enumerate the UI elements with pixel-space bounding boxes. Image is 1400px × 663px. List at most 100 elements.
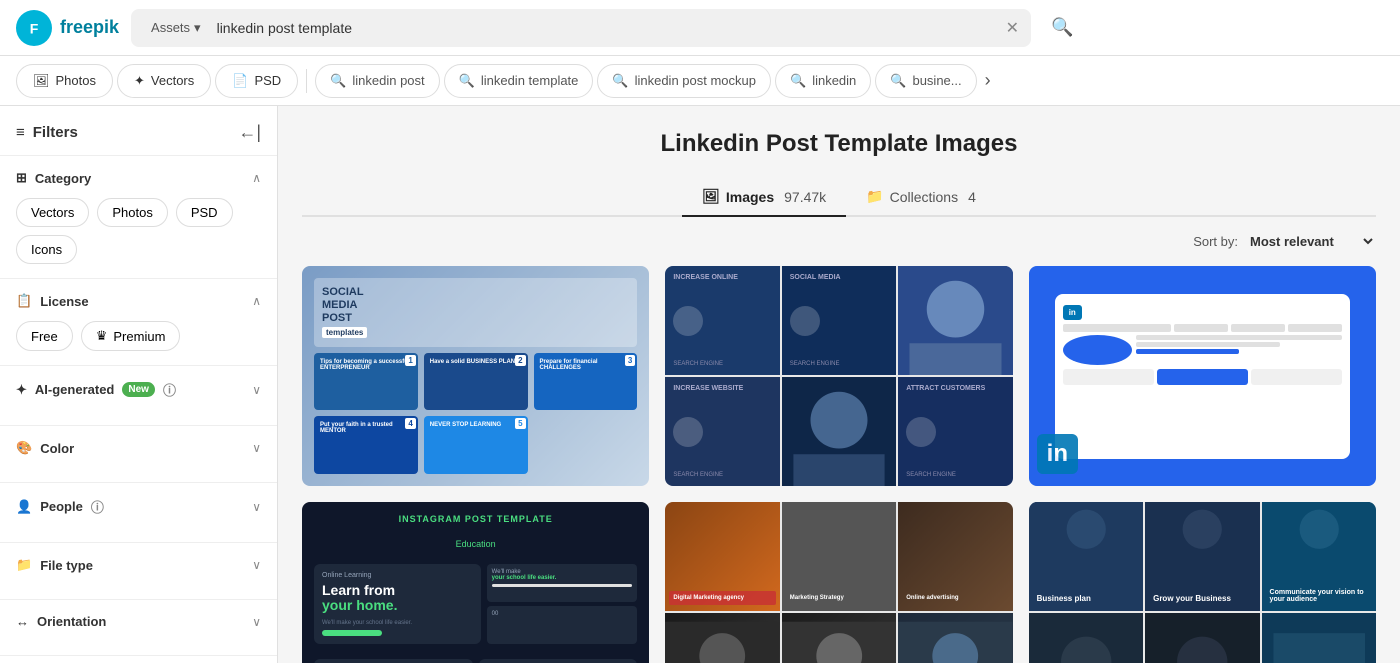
sidebar-section-orientation: ↔ Orientation ∨ — [0, 600, 277, 656]
tag-vectors[interactable]: Vectors — [16, 198, 89, 227]
people-chevron: ∨ — [252, 500, 261, 514]
sidebar-section-style: 🖌 Style ⓘ ∨ — [0, 656, 277, 663]
orientation-header[interactable]: ↔ Orientation ∨ — [16, 614, 261, 629]
tag-linkedin-post[interactable]: 🔍 linkedin post — [315, 64, 439, 98]
search-tag-icon-4: 🔍 — [790, 73, 806, 89]
search-submit-button[interactable]: 🔍 — [1051, 17, 1073, 38]
filetype-header[interactable]: 📁 File type ∨ — [16, 557, 261, 573]
sidebar-header: ≡ Filters ←| — [0, 122, 277, 156]
sidebar-section-people: 👤 People ⓘ ∨ — [0, 483, 277, 543]
grid-item-social-templates[interactable]: SOCIALMEDIAPOSTtemplates 1 Tips for beco… — [302, 266, 649, 486]
search-tag-icon-2: 🔍 — [459, 73, 475, 89]
ai-chevron: ∨ — [252, 383, 261, 397]
grid-item-business-plan[interactable]: Business plan Grow your Business — [1029, 502, 1376, 663]
orientation-chevron: ∨ — [252, 615, 261, 629]
category-title: ⊞ Category — [16, 170, 91, 186]
sidebar-collapse-button[interactable]: ←| — [238, 122, 261, 143]
sidebar-section-category: ⊞ Category ∧ Vectors Photos PSD Icons — [0, 156, 277, 279]
crown-icon: ♛ — [96, 328, 108, 344]
search-clear-button[interactable]: ✕ — [1006, 18, 1019, 38]
tab-photos[interactable]: 🖼 Photos — [16, 64, 113, 98]
content-tabs: 🖼 Images 97.47k 📁 Collections 4 — [302, 178, 1376, 217]
license-chevron: ∧ — [252, 294, 261, 308]
sidebar-section-ai: ✦ AI-generated New ⓘ ∨ — [0, 366, 277, 426]
people-info-icon[interactable]: ⓘ — [91, 497, 104, 516]
search-bar: Assets ▾ ✕ — [131, 9, 1031, 47]
tabs-divider — [306, 69, 307, 93]
dropdown-icon: ▾ — [194, 20, 201, 36]
tag-linkedin-post-mockup[interactable]: 🔍 linkedin post mockup — [597, 64, 771, 98]
main-layout: ≡ Filters ←| ⊞ Category ∧ Vectors Photos… — [0, 106, 1400, 663]
search-type-button[interactable]: Assets ▾ — [143, 16, 209, 40]
tag-linkedin[interactable]: 🔍 linkedin — [775, 64, 871, 98]
tab-vectors[interactable]: ✦ Vectors — [117, 64, 211, 98]
tab-collections[interactable]: 📁 Collections 4 — [846, 178, 996, 215]
people-icon: 👤 — [16, 499, 32, 515]
image-grid: SOCIALMEDIAPOSTtemplates 1 Tips for beco… — [302, 266, 1376, 663]
tab-psd[interactable]: 📄 PSD — [215, 64, 298, 98]
grid-item-linkedin-ui[interactable]: in — [1029, 266, 1376, 486]
orientation-title: ↔ Orientation — [16, 614, 106, 629]
license-premium[interactable]: ♛ Premium — [81, 321, 181, 351]
sort-bar: Sort by: Most relevant Most recent Most … — [302, 233, 1376, 250]
search-input[interactable] — [217, 20, 998, 36]
search-tag-icon-5: 🔍 — [890, 73, 906, 89]
svg-text:F: F — [30, 20, 39, 36]
orientation-icon: ↔ — [16, 614, 29, 629]
tabs-bar: 🖼 Photos ✦ Vectors 📄 PSD 🔍 linkedin post… — [0, 56, 1400, 106]
tag-photos[interactable]: Photos — [97, 198, 167, 227]
filetype-chevron: ∨ — [252, 558, 261, 572]
content-area: Linkedin Post Template Images 🖼 Images 9… — [278, 106, 1400, 663]
filters-icon: ≡ — [16, 124, 25, 141]
sidebar-section-color: 🎨 Color ∨ — [0, 426, 277, 483]
grid-item-people-photos[interactable]: Digital Marketing agency Marketing Strat… — [665, 502, 1012, 663]
logo-icon: F — [16, 10, 52, 46]
filters-label: ≡ Filters — [16, 124, 78, 141]
logo-link[interactable]: F freepik — [16, 10, 119, 46]
grid-item-business-blue[interactable]: INCREASE ONLINE SEARCH ENGINE SOCIAL MED… — [665, 266, 1012, 486]
ai-header[interactable]: ✦ AI-generated New ⓘ ∨ — [16, 380, 261, 399]
category-tags: Vectors Photos PSD Icons — [16, 198, 261, 264]
category-chevron: ∧ — [252, 171, 261, 185]
sidebar-section-license: 📋 License ∧ Free ♛ Premium — [0, 279, 277, 366]
psd-icon: 📄 — [232, 73, 248, 89]
license-header[interactable]: 📋 License ∧ — [16, 293, 261, 309]
collections-tab-icon: 📁 — [866, 188, 883, 205]
new-badge: New — [122, 382, 155, 397]
vectors-icon: ✦ — [134, 73, 145, 89]
category-header[interactable]: ⊞ Category ∧ — [16, 170, 261, 186]
people-title: 👤 People ⓘ — [16, 497, 104, 516]
license-title: 📋 License — [16, 293, 89, 309]
sidebar: ≡ Filters ←| ⊞ Category ∧ Vectors Photos… — [0, 106, 278, 663]
logo-text: freepik — [60, 17, 119, 38]
filetype-title: 📁 File type — [16, 557, 93, 573]
category-icon: ⊞ — [16, 170, 27, 186]
images-tab-icon: 🖼 — [702, 188, 720, 205]
tab-images[interactable]: 🖼 Images 97.47k — [682, 178, 846, 217]
photos-icon: 🖼 — [33, 73, 50, 89]
search-tag-icon: 🔍 — [330, 73, 346, 89]
header: F freepik Assets ▾ ✕ 🔍 — [0, 0, 1400, 56]
license-free[interactable]: Free — [16, 321, 73, 351]
filetype-icon: 📁 — [16, 557, 32, 573]
info-icon[interactable]: ⓘ — [163, 380, 176, 399]
color-title: 🎨 Color — [16, 440, 74, 456]
tag-psd[interactable]: PSD — [176, 198, 233, 227]
sidebar-section-filetype: 📁 File type ∨ — [0, 543, 277, 600]
people-header[interactable]: 👤 People ⓘ ∨ — [16, 497, 261, 516]
sort-select[interactable]: Most relevant Most recent Most downloade… — [1246, 233, 1376, 250]
color-icon: 🎨 — [16, 440, 32, 456]
search-tag-icon-3: 🔍 — [612, 73, 628, 89]
tag-icons[interactable]: Icons — [16, 235, 77, 264]
page-title: Linkedin Post Template Images — [302, 130, 1376, 158]
grid-item-instagram-edu[interactable]: INSTAGRAM POST TEMPLATE Education Online… — [302, 502, 649, 663]
color-header[interactable]: 🎨 Color ∨ — [16, 440, 261, 456]
tabs-next-arrow[interactable]: › — [985, 70, 991, 91]
tag-linkedin-template[interactable]: 🔍 linkedin template — [444, 64, 594, 98]
ai-icon: ✦ — [16, 382, 27, 398]
license-icon: 📋 — [16, 293, 32, 309]
ai-title: ✦ AI-generated New ⓘ — [16, 380, 176, 399]
tag-busine[interactable]: 🔍 busine... — [875, 64, 976, 98]
color-chevron: ∨ — [252, 441, 261, 455]
license-tags: Free ♛ Premium — [16, 321, 261, 351]
